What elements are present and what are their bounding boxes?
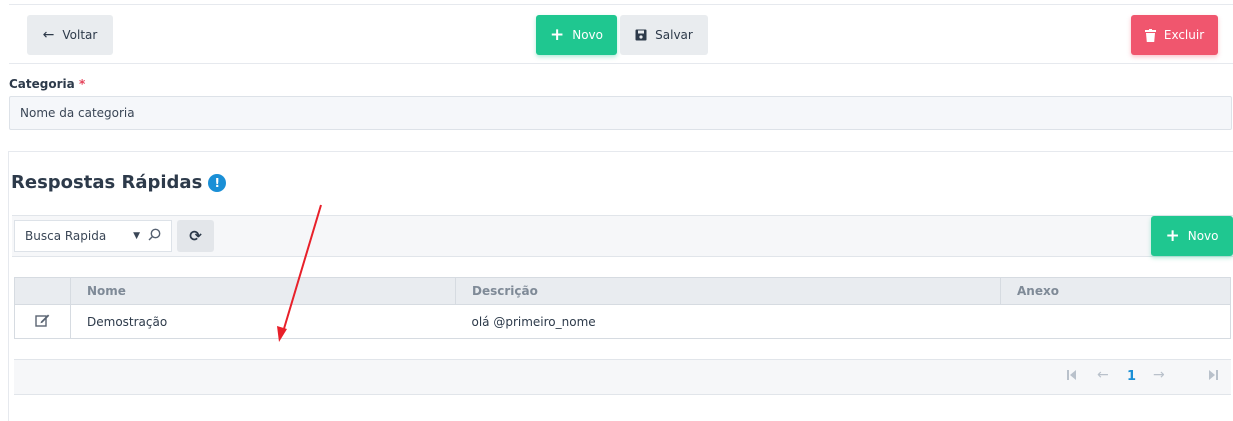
quick-search-input[interactable]: Busca Rapida ▼ [14,220,172,252]
column-header-anexo[interactable]: Anexo [1000,277,1231,305]
new-button-label: Novo [572,28,603,42]
back-button-label: Voltar [62,28,98,42]
refresh-button[interactable]: ⟳ [177,220,214,252]
grid-toolbar: Busca Rapida ▼ ⟳ + Novo [12,215,1233,257]
pagination-bar: ← 1 → [14,359,1231,395]
refresh-icon: ⟳ [189,227,202,245]
page-current[interactable]: 1 [1127,369,1136,384]
delete-button[interactable]: Excluir [1131,15,1218,55]
edit-cell[interactable] [14,304,71,339]
cell-descricao: olá @primeiro_nome [455,304,1001,339]
floppy-icon [635,29,647,41]
search-icon[interactable] [148,228,161,245]
category-label: Categoria * [9,77,85,91]
cell-nome: Demostração [70,304,456,339]
table-row[interactable]: Demostração olá @primeiro_nome [14,304,1231,339]
save-button-label: Salvar [655,28,693,42]
edit-icon[interactable] [35,313,50,331]
table-header-row: Nome Descrição Anexo [14,277,1231,305]
arrow-left-icon: ← [42,27,55,43]
trash-icon [1144,28,1156,42]
save-button[interactable]: Salvar [620,15,708,55]
quick-replies-table: Nome Descrição Anexo Demostração olá @pr… [14,277,1231,339]
section-title-text: Respostas Rápidas [11,172,203,193]
top-toolbar: ← Voltar + Novo Salvar Excluir [9,4,1233,64]
panel-left-border [8,151,9,421]
quick-search-label: Busca Rapida [25,229,107,243]
required-mark: * [78,77,86,91]
plus-icon: + [1165,225,1180,246]
section-divider [9,151,1233,152]
grid-new-button-label: Novo [1187,229,1219,243]
back-button[interactable]: ← Voltar [27,15,113,55]
cell-anexo [1000,304,1231,339]
page-first-icon[interactable] [1067,369,1077,385]
category-input[interactable] [9,96,1232,130]
grid-new-button[interactable]: + Novo [1151,216,1233,256]
plus-icon: + [549,24,565,45]
column-header-descricao[interactable]: Descrição [455,277,1001,305]
page-prev-icon[interactable]: ← [1097,367,1109,383]
delete-button-label: Excluir [1163,28,1205,42]
column-header-nome[interactable]: Nome [70,277,456,305]
info-icon[interactable]: ! [208,173,227,192]
column-header-actions [14,277,71,305]
new-button[interactable]: + Novo [536,15,617,55]
page-last-icon[interactable] [1208,369,1218,385]
page-next-icon[interactable]: → [1153,367,1165,383]
section-title: Respostas Rápidas ! [11,172,227,193]
caret-down-icon[interactable]: ▼ [133,231,140,241]
category-label-text: Categoria [9,77,75,91]
